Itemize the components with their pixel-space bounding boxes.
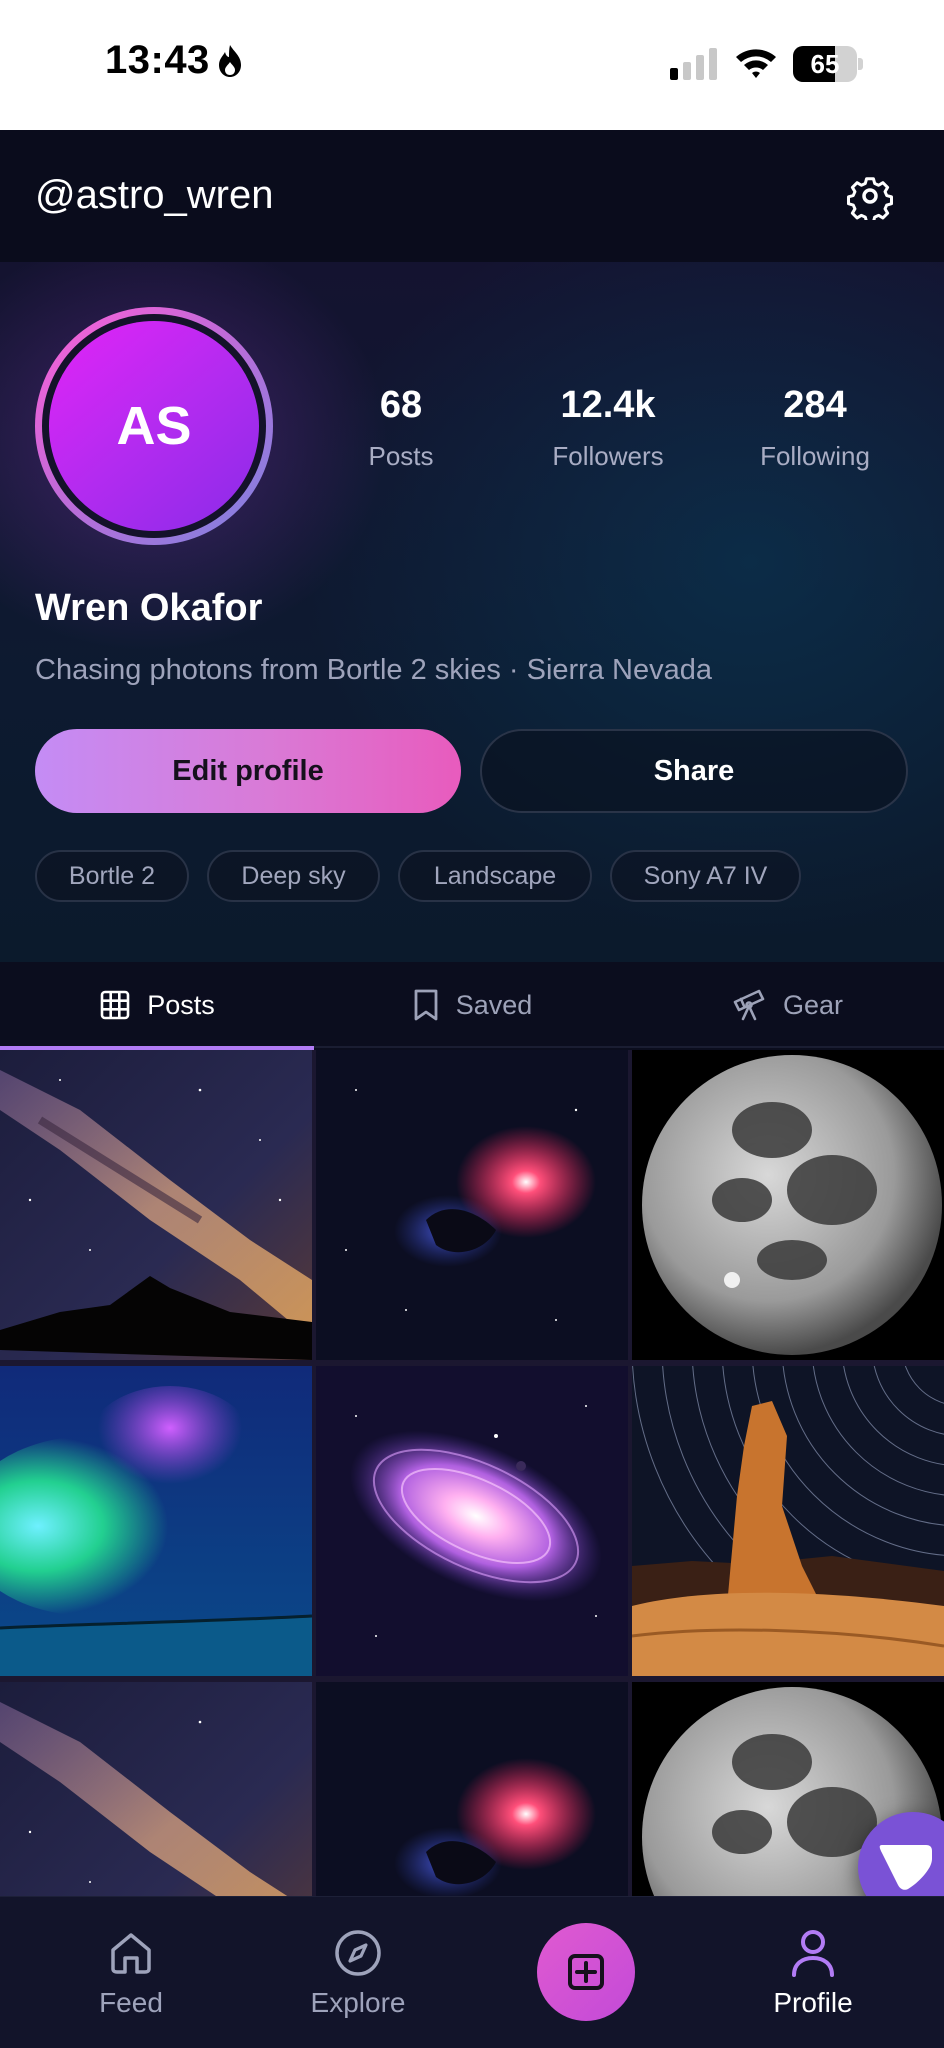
stat-followers[interactable]: 12.4k Followers bbox=[508, 384, 708, 472]
bio-text: Chasing photons from Bortle 2 skies · Si… bbox=[35, 654, 712, 686]
photo-aurora[interactable] bbox=[0, 1366, 312, 1676]
aurora-image bbox=[0, 1366, 312, 1676]
profile-tabs: Posts Saved Gear bbox=[0, 962, 944, 1050]
galaxy-image bbox=[316, 1366, 628, 1676]
tag-chip[interactable]: Bortle 2 bbox=[35, 850, 189, 902]
tab-posts[interactable]: Posts bbox=[0, 962, 314, 1050]
gear-icon[interactable] bbox=[846, 172, 894, 220]
photo-grid bbox=[0, 1050, 944, 1896]
cellular-signal-icon bbox=[670, 48, 717, 80]
plus-square-icon bbox=[568, 1954, 604, 1990]
nav-profile[interactable]: Profile bbox=[733, 1927, 893, 2019]
star-trails-image bbox=[632, 1366, 944, 1676]
profile-section: AS 68 Posts 12.4k Followers 284 Followin… bbox=[0, 262, 944, 962]
photo-milky-way[interactable] bbox=[0, 1050, 312, 1360]
stat-posts[interactable]: 68 Posts bbox=[301, 384, 501, 472]
photo-star-trails[interactable] bbox=[632, 1366, 944, 1676]
create-post-button[interactable] bbox=[537, 1923, 635, 2021]
nav-feed[interactable]: Feed bbox=[51, 1927, 211, 2019]
bookmark-icon bbox=[414, 989, 438, 1021]
nav-explore[interactable]: Explore bbox=[278, 1927, 438, 2019]
compass-icon bbox=[335, 1930, 381, 1976]
tab-gear[interactable]: Gear bbox=[630, 962, 944, 1048]
photo-nebula[interactable] bbox=[316, 1050, 628, 1360]
bottom-navigation: Feed Explore Profile bbox=[0, 1896, 944, 2048]
avatar-story-ring[interactable]: AS bbox=[35, 307, 273, 545]
stat-following[interactable]: 284 Following bbox=[715, 384, 915, 472]
telescope-icon bbox=[733, 989, 765, 1021]
share-button[interactable]: Share bbox=[480, 729, 908, 813]
chat-bubble-icon bbox=[879, 1845, 932, 1890]
username-handle: @astro_wren bbox=[35, 173, 274, 217]
milky-way-image bbox=[0, 1682, 312, 1896]
tag-chip[interactable]: Sony A7 IV bbox=[610, 850, 801, 902]
status-bar: 13:43 65 bbox=[0, 0, 944, 130]
display-name: Wren Okafor bbox=[35, 587, 263, 629]
milky-way-image bbox=[0, 1050, 312, 1360]
profile-header: @astro_wren bbox=[0, 130, 944, 262]
status-time: 13:43 bbox=[105, 38, 244, 83]
battery-indicator: 65 bbox=[793, 46, 863, 82]
edit-profile-button[interactable]: Edit profile bbox=[35, 729, 461, 813]
grid-icon bbox=[100, 990, 130, 1020]
nebula-image bbox=[316, 1682, 628, 1896]
wifi-icon bbox=[736, 49, 776, 78]
photo-galaxy[interactable] bbox=[316, 1366, 628, 1676]
tag-chip[interactable]: Deep sky bbox=[207, 850, 380, 902]
user-icon bbox=[792, 1930, 834, 1977]
photo-milky-way[interactable] bbox=[0, 1682, 312, 1896]
photo-moon[interactable] bbox=[632, 1050, 944, 1360]
avatar[interactable]: AS bbox=[49, 321, 259, 531]
moon-image bbox=[632, 1050, 944, 1360]
nebula-image bbox=[316, 1050, 628, 1360]
photo-nebula[interactable] bbox=[316, 1682, 628, 1896]
flame-icon bbox=[218, 44, 241, 77]
home-icon bbox=[111, 1933, 151, 1974]
tag-chip[interactable]: Landscape bbox=[398, 850, 592, 902]
tab-saved[interactable]: Saved bbox=[315, 962, 629, 1048]
